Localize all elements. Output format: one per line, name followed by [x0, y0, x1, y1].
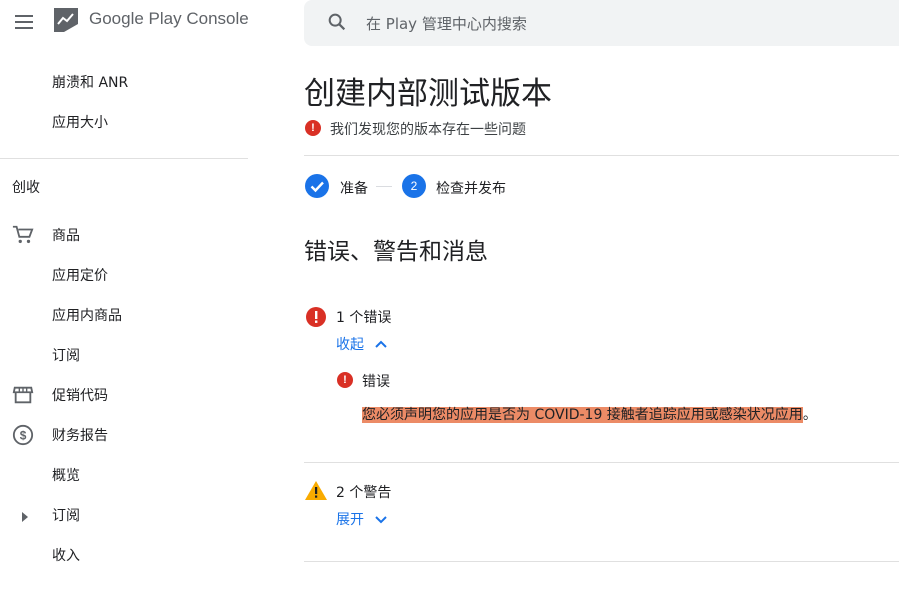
- page-title: 创建内部测试版本: [304, 76, 552, 112]
- sidebar-item-crashes-anr[interactable]: 崩溃和 ANR: [52, 72, 128, 92]
- sidebar-item-in-app-products[interactable]: 应用内商品: [52, 305, 122, 325]
- app-brand-name[interactable]: Google Play Console: [89, 9, 249, 29]
- divider: [304, 561, 899, 562]
- sidebar-divider: [0, 158, 248, 159]
- sidebar-section-monetize: 创收: [12, 180, 40, 196]
- error-message-period: 。: [802, 407, 817, 423]
- sidebar-item-app-size[interactable]: 应用大小: [52, 112, 108, 132]
- expand-warnings-link[interactable]: 展开: [336, 509, 364, 529]
- sidebar-item-app-pricing[interactable]: 应用定价: [52, 265, 108, 285]
- warning-icon: [304, 480, 328, 502]
- search-input[interactable]: [366, 13, 846, 35]
- sidebar-item-subscriptions[interactable]: 订阅: [52, 345, 80, 365]
- step-connector: [376, 186, 392, 187]
- sidebar-item-overview[interactable]: 概览: [52, 465, 80, 485]
- error-message-highlight: 您必须声明您的应用是否为 COVID-19 接触者追踪应用或感染状况应用: [362, 407, 803, 423]
- step-done-check-icon: [305, 174, 329, 198]
- error-count-icon: [305, 306, 327, 328]
- error-item-title: 错误: [362, 374, 390, 390]
- chevron-up-icon[interactable]: [373, 336, 389, 352]
- step-number-badge: 2: [402, 174, 426, 198]
- menu-icon: [15, 15, 33, 29]
- issue-summary: 我们发现您的版本存在一些问题: [330, 122, 526, 138]
- warning-count: 2 个警告: [336, 485, 392, 501]
- error-count: 1 个错误: [336, 310, 392, 326]
- sidebar-item-revenue[interactable]: 收入: [52, 545, 80, 565]
- chevron-down-icon[interactable]: [373, 512, 389, 528]
- sidebar-item-subscriptions-report[interactable]: 订阅: [52, 505, 80, 525]
- play-console-logo[interactable]: [52, 6, 80, 34]
- cart-icon: [12, 224, 34, 246]
- sidebar-item-promo-codes[interactable]: 促销代码: [52, 385, 108, 405]
- error-item-message: 您必须声明您的应用是否为 COVID-19 接触者追踪应用或感染状况应用。: [362, 404, 817, 424]
- play-console-logo-icon: [54, 8, 78, 32]
- main-menu-button[interactable]: [12, 10, 36, 34]
- svg-text:$: $: [20, 429, 27, 443]
- storefront-icon: [12, 384, 34, 406]
- sidebar-item-products[interactable]: 商品: [52, 225, 80, 245]
- error-icon: !: [305, 120, 321, 136]
- step-review-label[interactable]: 检查并发布: [436, 178, 506, 198]
- issues-section-title: 错误、警告和消息: [304, 239, 488, 265]
- divider: [304, 155, 899, 156]
- step-prepare-label[interactable]: 准备: [340, 178, 368, 198]
- expand-arrow-icon[interactable]: [20, 508, 30, 522]
- search-icon[interactable]: [326, 11, 348, 33]
- sidebar-item-financial-reports[interactable]: 财务报告: [52, 425, 108, 445]
- collapse-errors-link[interactable]: 收起: [336, 334, 364, 354]
- divider: [304, 462, 899, 463]
- dollar-circle-icon: $: [12, 424, 34, 446]
- error-item-icon: !: [337, 372, 353, 388]
